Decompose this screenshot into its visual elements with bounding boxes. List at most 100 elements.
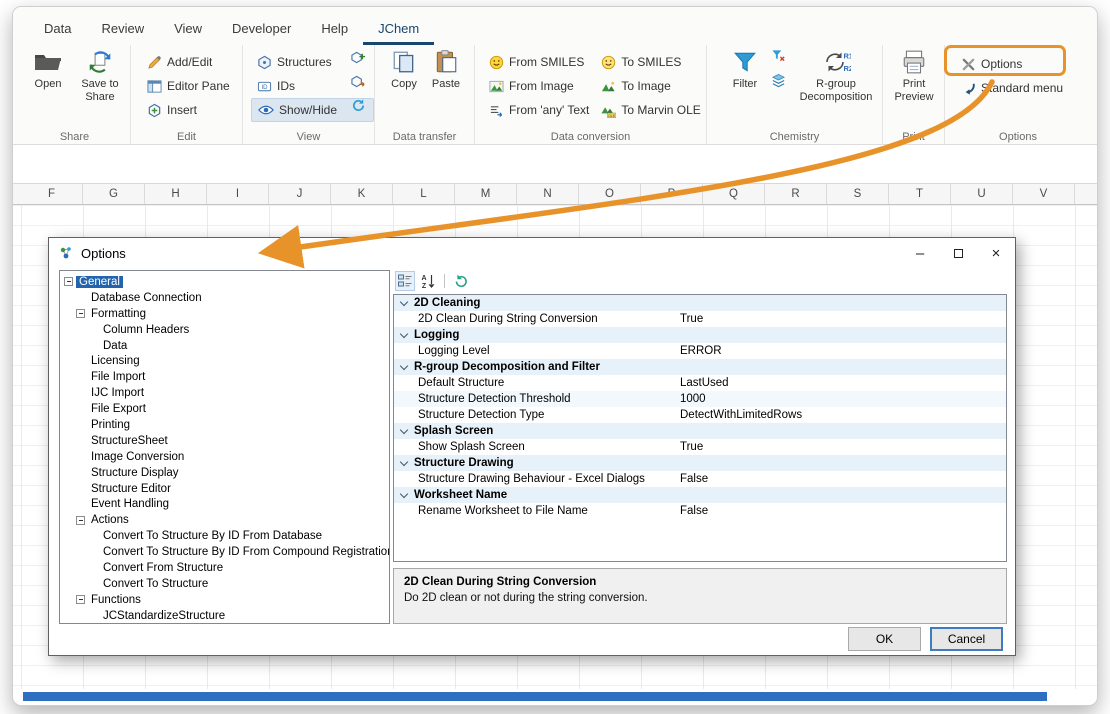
property-category-logging[interactable]: Logging xyxy=(394,327,1006,343)
copy-button[interactable]: Copy xyxy=(385,45,423,127)
alphabetical-sort-button[interactable]: A Z xyxy=(418,271,438,291)
minimize-button[interactable]: – xyxy=(901,238,939,268)
column-header-P[interactable]: P xyxy=(641,184,703,204)
property-row-show-splash-screen[interactable]: Show Splash ScreenTrue xyxy=(394,439,1006,455)
property-value[interactable]: True xyxy=(680,313,703,325)
tree-item-file-import[interactable]: File Import xyxy=(60,369,389,385)
rgroup-decomposition-button[interactable]: R1 R2 R-group Decomposition xyxy=(795,45,877,127)
convert-structure-icon[interactable] xyxy=(351,74,366,89)
ok-button[interactable]: OK xyxy=(848,627,921,651)
print-preview-button[interactable]: Print Preview xyxy=(890,45,938,127)
property-value[interactable]: LastUsed xyxy=(680,377,729,389)
tree-item-printing[interactable]: Printing xyxy=(60,417,389,433)
tree-item-licensing[interactable]: Licensing xyxy=(60,353,389,369)
property-category-worksheet-name[interactable]: Worksheet Name xyxy=(394,487,1006,503)
tree-item-functions[interactable]: Functions xyxy=(60,592,389,608)
standard-menu-button[interactable]: Standard menu xyxy=(955,76,1091,100)
property-row-logging-level[interactable]: Logging LevelERROR xyxy=(394,343,1006,359)
editor-pane-button[interactable]: Editor Pane xyxy=(141,74,242,98)
column-header-N[interactable]: N xyxy=(517,184,579,204)
menu-tab-view[interactable]: View xyxy=(159,12,217,45)
from-any-text-button[interactable]: From 'any' Text xyxy=(483,98,595,122)
column-header-M[interactable]: M xyxy=(455,184,517,204)
tree-item-image-conversion[interactable]: Image Conversion xyxy=(60,449,389,465)
property-value[interactable]: False xyxy=(680,473,708,485)
collapse-minus-icon[interactable] xyxy=(64,277,73,286)
column-header-H[interactable]: H xyxy=(145,184,207,204)
column-header-T[interactable]: T xyxy=(889,184,951,204)
column-header-G[interactable]: G xyxy=(83,184,145,204)
from-image-button[interactable]: From Image xyxy=(483,74,595,98)
menu-tab-jchem[interactable]: JChem xyxy=(363,12,434,45)
to-image-button[interactable]: To Image xyxy=(595,74,706,98)
column-header-J[interactable]: J xyxy=(269,184,331,204)
tree-item-formatting[interactable]: Formatting xyxy=(60,306,389,322)
tree-item-structure-editor[interactable]: Structure Editor xyxy=(60,481,389,497)
tree-item-jcstandardizestructure[interactable]: JCStandardizeStructure xyxy=(60,608,389,624)
tree-item-ijc-import[interactable]: IJC Import xyxy=(60,385,389,401)
property-value[interactable]: DetectWithLimitedRows xyxy=(680,409,802,421)
property-value[interactable]: False xyxy=(680,505,708,517)
column-header-Q[interactable]: Q xyxy=(703,184,765,204)
tree-item-column-headers[interactable]: Column Headers xyxy=(60,322,389,338)
dialog-title-bar[interactable]: Options – × xyxy=(49,238,1015,268)
property-value[interactable]: ERROR xyxy=(680,345,722,357)
menu-tab-data[interactable]: Data xyxy=(29,12,86,45)
close-button[interactable]: × xyxy=(977,238,1015,268)
property-row-structure-detection-type[interactable]: Structure Detection TypeDetectWithLimite… xyxy=(394,407,1006,423)
menu-tab-review[interactable]: Review xyxy=(86,12,159,45)
collapse-minus-icon[interactable] xyxy=(76,516,85,525)
add-structure-icon[interactable] xyxy=(351,50,366,65)
add-edit-button[interactable]: Add/Edit xyxy=(141,50,242,74)
column-header-K[interactable]: K xyxy=(331,184,393,204)
property-value[interactable]: 1000 xyxy=(680,393,706,405)
menu-tab-help[interactable]: Help xyxy=(306,12,363,45)
tree-item-file-export[interactable]: File Export xyxy=(60,401,389,417)
tree-item-actions[interactable]: Actions xyxy=(60,512,389,528)
options-button[interactable]: Options xyxy=(955,52,1091,76)
property-category-2d-cleaning[interactable]: 2D Cleaning xyxy=(394,295,1006,311)
tree-item-database-connection[interactable]: Database Connection xyxy=(60,290,389,306)
tree-item-general[interactable]: General xyxy=(60,274,389,290)
reset-button[interactable] xyxy=(451,271,471,291)
insert-button[interactable]: Insert xyxy=(141,98,242,122)
column-header-S[interactable]: S xyxy=(827,184,889,204)
column-header-I[interactable]: I xyxy=(207,184,269,204)
tree-item-event-handling[interactable]: Event Handling xyxy=(60,496,389,512)
tree-item-convert-to-structure-by-id-from-compound-registration[interactable]: Convert To Structure By ID From Compound… xyxy=(60,544,389,560)
tree-item-structuresheet[interactable]: StructureSheet xyxy=(60,433,389,449)
property-category-splash-screen[interactable]: Splash Screen xyxy=(394,423,1006,439)
save-to-share-button[interactable]: Save to Share xyxy=(73,45,127,127)
property-row-structure-detection-threshold[interactable]: Structure Detection Threshold1000 xyxy=(394,391,1006,407)
filter-button[interactable]: Filter xyxy=(723,45,767,127)
property-row-rename-worksheet-to-file-name[interactable]: Rename Worksheet to File NameFalse xyxy=(394,503,1006,519)
column-header-O[interactable]: O xyxy=(579,184,641,204)
column-header-R[interactable]: R xyxy=(765,184,827,204)
property-row-2d-clean-during-string-conversion[interactable]: 2D Clean During String ConversionTrue xyxy=(394,311,1006,327)
property-category-r-group-decomposition-and-filter[interactable]: R-group Decomposition and Filter xyxy=(394,359,1006,375)
tree-item-convert-to-structure-by-id-from-database[interactable]: Convert To Structure By ID From Database xyxy=(60,528,389,544)
maximize-button[interactable] xyxy=(939,238,977,268)
tree-item-convert-to-structure[interactable]: Convert To Structure xyxy=(60,576,389,592)
cancel-button[interactable]: Cancel xyxy=(930,627,1003,651)
property-category-structure-drawing[interactable]: Structure Drawing xyxy=(394,455,1006,471)
property-value[interactable]: True xyxy=(680,441,703,453)
to-smiles-button[interactable]: To SMILES xyxy=(595,50,706,74)
from-smiles-button[interactable]: From SMILES xyxy=(483,50,595,74)
to-marvin-ole-button[interactable]: OLE To Marvin OLE xyxy=(595,98,706,122)
property-row-default-structure[interactable]: Default StructureLastUsed xyxy=(394,375,1006,391)
collapse-minus-icon[interactable] xyxy=(76,595,85,604)
column-header-L[interactable]: L xyxy=(393,184,455,204)
open-button[interactable]: Open xyxy=(25,45,71,127)
column-header-U[interactable]: U xyxy=(951,184,1013,204)
column-header-F[interactable]: F xyxy=(21,184,83,204)
tree-item-structure-display[interactable]: Structure Display xyxy=(60,465,389,481)
clear-filter-icon[interactable] xyxy=(771,48,786,63)
column-header-V[interactable]: V xyxy=(1013,184,1075,204)
paste-button[interactable]: Paste xyxy=(427,45,465,127)
property-row-structure-drawing-behaviour-excel-dialogs[interactable]: Structure Drawing Behaviour - Excel Dial… xyxy=(394,471,1006,487)
tree-item-data[interactable]: Data xyxy=(60,338,389,354)
menu-tab-developer[interactable]: Developer xyxy=(217,12,306,45)
layers-stack-icon[interactable] xyxy=(771,73,786,88)
categorized-view-button[interactable] xyxy=(395,271,415,291)
